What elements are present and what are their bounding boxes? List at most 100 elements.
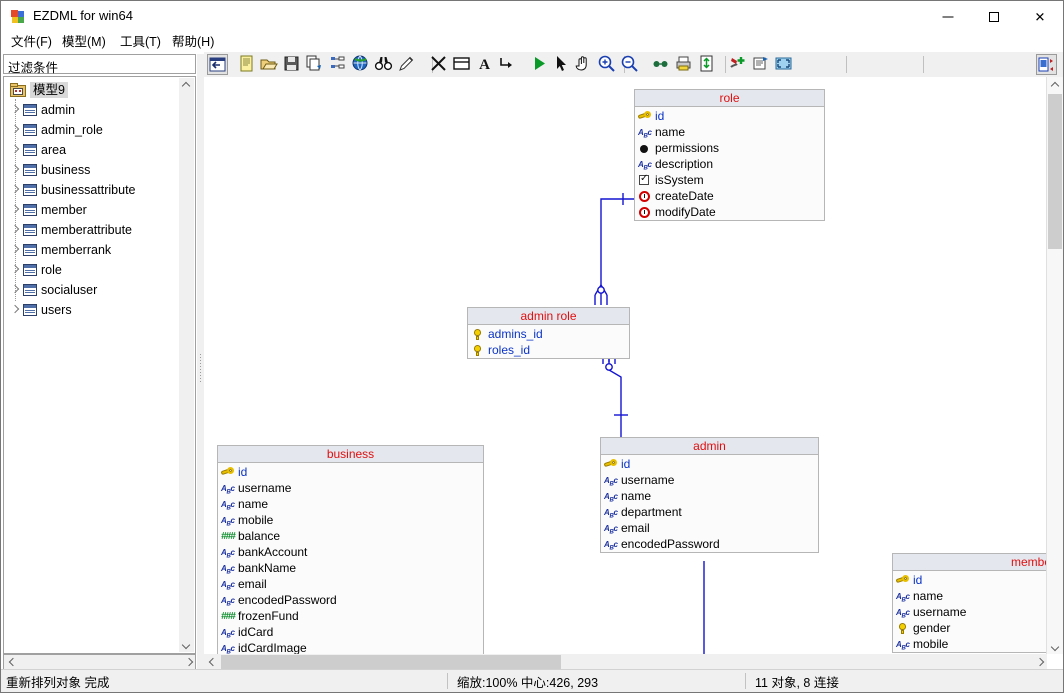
chevron-right-icon[interactable]	[10, 225, 21, 236]
scroll-right-icon[interactable]	[1031, 654, 1047, 670]
menu-item-tools[interactable]: 工具(T)	[115, 34, 166, 51]
er-field[interactable]: ABc idCard	[218, 624, 483, 640]
print-button[interactable]	[674, 54, 695, 75]
canvas-horizontal-scrollbar[interactable]	[204, 654, 1047, 670]
er-field[interactable]: ABc department	[601, 504, 818, 520]
er-field[interactable]: ABc name	[218, 496, 483, 512]
menu-item-help[interactable]: 帮助(H)	[167, 34, 219, 51]
scroll-up-icon[interactable]	[1047, 77, 1063, 93]
er-field[interactable]: createDate	[635, 188, 824, 204]
run-button[interactable]	[530, 54, 551, 75]
sidebar-item-business[interactable]: business	[10, 161, 90, 179]
select-cursor-button[interactable]	[552, 54, 573, 75]
er-field[interactable]: ABc name	[893, 588, 1061, 604]
er-field[interactable]: ABc name	[635, 124, 824, 140]
scroll-left-icon[interactable]	[204, 654, 220, 670]
chevron-right-icon[interactable]	[10, 265, 21, 276]
er-field[interactable]: id	[218, 464, 483, 480]
new-table-button[interactable]	[452, 54, 473, 75]
panel-splitter[interactable]	[197, 54, 204, 670]
er-field[interactable]: id	[635, 108, 824, 124]
er-field[interactable]: ABc idCardImage	[218, 640, 483, 654]
er-field[interactable]: id	[601, 456, 818, 472]
sidebar-item-admin_role[interactable]: admin_role	[10, 121, 103, 139]
sidebar-item-socialuser[interactable]: socialuser	[10, 281, 97, 299]
er-field[interactable]: ABc username	[601, 472, 818, 488]
diagram-canvas[interactable]: role id ABc name permissions ABc descripti…	[204, 77, 1063, 654]
er-field[interactable]: ### frozenFund	[218, 608, 483, 624]
chevron-right-icon[interactable]	[10, 185, 21, 196]
tree-root-model[interactable]: 模型9	[10, 81, 68, 99]
menu-item-file[interactable]: 文件(F)	[6, 34, 57, 51]
zoom-in-button[interactable]	[597, 54, 618, 75]
sidebar-item-businessattribute[interactable]: businessattribute	[10, 181, 136, 199]
er-field[interactable]: ABc username	[218, 480, 483, 496]
er-field[interactable]: ABc email	[218, 576, 483, 592]
delete-button[interactable]	[429, 54, 450, 75]
scroll-thumb[interactable]	[221, 655, 561, 669]
er-field[interactable]: ABc username	[893, 604, 1061, 620]
pan-hand-button[interactable]	[574, 54, 595, 75]
er-field[interactable]: ### balance	[218, 528, 483, 544]
er-table-admin-role[interactable]: admin role admins_id roles_id	[467, 307, 630, 359]
scroll-left-icon[interactable]	[4, 655, 19, 669]
er-field[interactable]: ABc email	[601, 520, 818, 536]
er-table-role[interactable]: role id ABc name permissions ABc descripti…	[634, 89, 825, 221]
chevron-right-icon[interactable]	[10, 205, 21, 216]
new-document-button[interactable]	[237, 54, 258, 75]
chevron-right-icon[interactable]	[10, 285, 21, 296]
chevron-right-icon[interactable]	[10, 245, 21, 256]
scroll-down-icon[interactable]	[1047, 638, 1063, 654]
chevron-right-icon[interactable]	[10, 125, 21, 136]
close-button[interactable]: ✕	[1017, 1, 1063, 32]
menu-item-model[interactable]: 模型(M)	[57, 34, 111, 51]
maximize-button[interactable]	[971, 1, 1017, 32]
preview-glasses-button[interactable]	[651, 54, 672, 75]
er-field[interactable]: ABc mobile	[893, 636, 1061, 652]
reverse-engineer-button[interactable]	[751, 54, 772, 75]
sidebar-item-admin[interactable]: admin	[10, 101, 75, 119]
save-button[interactable]	[282, 54, 303, 75]
er-field[interactable]: isSystem	[635, 172, 824, 188]
export-page-button[interactable]	[697, 54, 718, 75]
tree-vertical-scrollbar[interactable]	[179, 78, 194, 652]
detach-panel-button[interactable]	[1036, 54, 1057, 75]
minimize-button[interactable]	[925, 1, 971, 32]
sidebar-item-role[interactable]: role	[10, 261, 62, 279]
er-field[interactable]: gender	[893, 620, 1061, 636]
er-field[interactable]: ABc bankAccount	[218, 544, 483, 560]
chevron-right-icon[interactable]	[10, 165, 21, 176]
er-field[interactable]: ABc encodedPassword	[218, 592, 483, 608]
chevron-right-icon[interactable]	[10, 305, 21, 316]
tree-list-button[interactable]	[328, 54, 349, 75]
er-field[interactable]: ABc bankName	[218, 560, 483, 576]
er-field[interactable]: admins_id	[468, 326, 629, 342]
er-field[interactable]: roles_id	[468, 342, 629, 358]
er-field[interactable]: ABc description	[635, 156, 824, 172]
scroll-down-icon[interactable]	[179, 637, 194, 652]
er-field[interactable]: ABc encodedPassword	[601, 536, 818, 552]
sidebar-item-users[interactable]: users	[10, 301, 72, 319]
er-table-business[interactable]: business id ABc username ABc name ABc mobil…	[217, 445, 484, 654]
scroll-up-icon[interactable]	[179, 78, 194, 93]
er-field[interactable]: modifyDate	[635, 204, 824, 220]
find-binoculars-button[interactable]	[374, 54, 395, 75]
zoom-out-button[interactable]	[620, 54, 641, 75]
scroll-thumb[interactable]	[1048, 94, 1062, 249]
toggle-tree-panel-button[interactable]	[207, 54, 228, 75]
copy-pages-button[interactable]	[305, 54, 326, 75]
sidebar-item-member[interactable]: member	[10, 201, 87, 219]
relation-tool-button[interactable]	[498, 54, 519, 75]
sidebar-item-memberrank[interactable]: memberrank	[10, 241, 111, 259]
filter-input[interactable]: 过滤条件	[3, 54, 196, 75]
text-tool-button[interactable]: A	[475, 54, 496, 75]
canvas-vertical-scrollbar[interactable]	[1046, 77, 1063, 654]
sidebar-item-area[interactable]: area	[10, 141, 66, 159]
er-field[interactable]: id	[893, 572, 1061, 588]
globe-button[interactable]	[351, 54, 372, 75]
chevron-right-icon[interactable]	[10, 105, 21, 116]
er-table-admin[interactable]: admin id ABc username ABc name ABc departme…	[600, 437, 819, 553]
er-field[interactable]: ABc name	[601, 488, 818, 504]
fit-screen-button[interactable]	[774, 54, 795, 75]
generate-sql-button[interactable]	[728, 54, 749, 75]
